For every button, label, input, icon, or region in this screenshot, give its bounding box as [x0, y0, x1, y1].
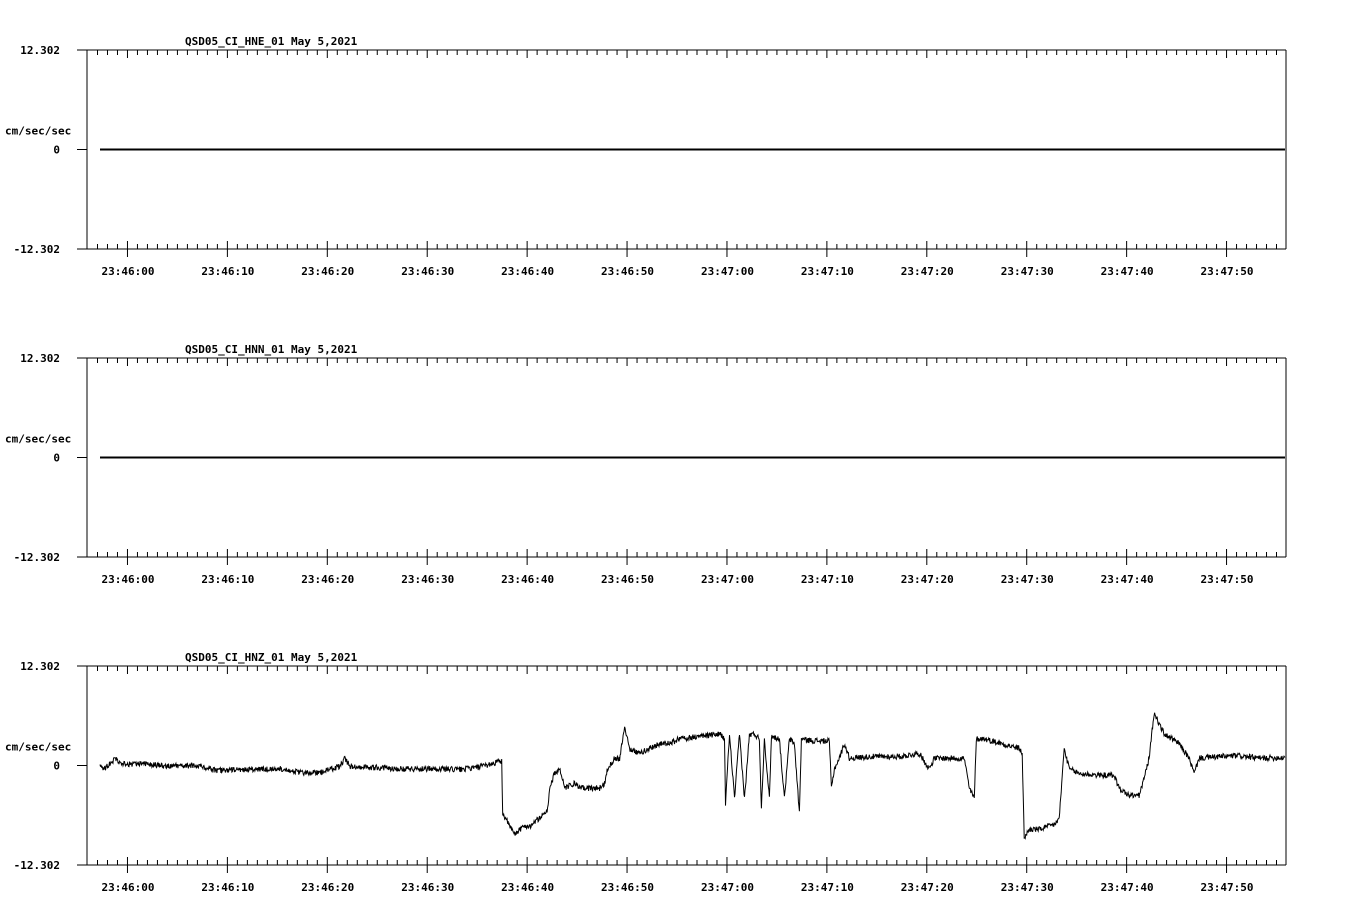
panel-title: QSD05_CI_HNZ_01 May 5,2021 — [185, 651, 358, 664]
x-tick-label: 23:47:10 — [801, 881, 854, 894]
x-tick-label: 23:47:10 — [801, 573, 854, 586]
x-tick-label: 23:47:40 — [1101, 265, 1154, 278]
x-tick-label: 23:46:50 — [601, 265, 654, 278]
panel-hnz: QSD05_CI_HNZ_01 May 5,2021 12.302 0 -12.302… — [5, 651, 1287, 894]
x-tick-label: 23:46:20 — [301, 573, 354, 586]
seismogram-figure: QSD05_CI_HNE_01 May 5,2021 12.302 0 -12.302… — [5, 35, 1287, 894]
x-tick-label: 23:47:00 — [701, 573, 754, 586]
x-tick-label: 23:47:20 — [901, 881, 954, 894]
y-axis-label: cm/sec/sec — [5, 433, 71, 446]
x-tick-label: 23:47:10 — [801, 265, 854, 278]
x-tick-label: 23:47:50 — [1201, 573, 1254, 586]
x-tick-label: 23:46:50 — [601, 573, 654, 586]
y-tick-label-max: 12.302 — [20, 44, 60, 57]
y-tick-label-zero: 0 — [53, 452, 60, 465]
x-tick-label: 23:46:30 — [401, 573, 454, 586]
y-tick-label-min: -12.302 — [14, 859, 60, 872]
x-tick-label: 23:46:40 — [501, 881, 554, 894]
x-tick-label: 23:46:10 — [201, 265, 254, 278]
x-tick-label: 23:46:50 — [601, 881, 654, 894]
y-tick-label-zero: 0 — [53, 144, 60, 157]
y-tick-label-min: -12.302 — [14, 551, 60, 564]
x-tick-label: 23:46:40 — [501, 573, 554, 586]
x-tick-label: 23:46:00 — [101, 881, 154, 894]
panel-title: QSD05_CI_HNN_01 May 5,2021 — [185, 343, 358, 356]
x-tick-label: 23:46:00 — [101, 573, 154, 586]
x-tick-label: 23:46:30 — [401, 265, 454, 278]
x-tick-label: 23:47:00 — [701, 881, 754, 894]
y-tick-label-max: 12.302 — [20, 660, 60, 673]
x-tick-label: 23:46:10 — [201, 573, 254, 586]
x-tick-label: 23:46:20 — [301, 881, 354, 894]
x-tick-label: 23:47:20 — [901, 573, 954, 586]
panel-hnn: QSD05_CI_HNN_01 May 5,2021 12.302 0 -12.302… — [5, 343, 1287, 586]
x-tick-label: 23:47:50 — [1201, 881, 1254, 894]
trace-hnz — [99, 712, 1286, 840]
x-tick-label: 23:47:50 — [1201, 265, 1254, 278]
x-tick-label: 23:46:30 — [401, 881, 454, 894]
x-tick-label: 23:46:00 — [101, 265, 154, 278]
x-tick-label: 23:47:40 — [1101, 881, 1154, 894]
x-tick-label: 23:47:30 — [1001, 265, 1054, 278]
y-axis-label: cm/sec/sec — [5, 125, 71, 138]
y-tick-label-min: -12.302 — [14, 243, 60, 256]
x-tick-label: 23:46:40 — [501, 265, 554, 278]
panel-hne: QSD05_CI_HNE_01 May 5,2021 12.302 0 -12.302… — [5, 35, 1287, 278]
x-tick-label: 23:47:30 — [1001, 573, 1054, 586]
x-tick-label: 23:47:40 — [1101, 573, 1154, 586]
x-tick-label: 23:46:10 — [201, 881, 254, 894]
x-tick-label: 23:47:20 — [901, 265, 954, 278]
panel-title: QSD05_CI_HNE_01 May 5,2021 — [185, 35, 358, 48]
y-tick-label-max: 12.302 — [20, 352, 60, 365]
x-tick-label: 23:47:00 — [701, 265, 754, 278]
y-tick-label-zero: 0 — [53, 760, 60, 773]
y-axis-label: cm/sec/sec — [5, 741, 71, 754]
x-tick-label: 23:46:20 — [301, 265, 354, 278]
x-tick-label: 23:47:30 — [1001, 881, 1054, 894]
